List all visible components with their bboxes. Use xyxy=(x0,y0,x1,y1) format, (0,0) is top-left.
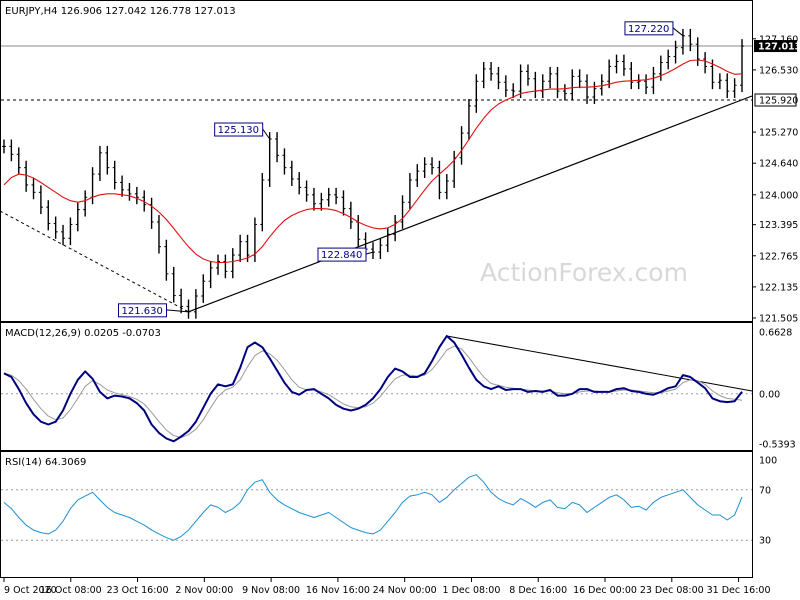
rsi-tick-label: 100 xyxy=(759,456,777,467)
time-tick-label: 23 Oct 16:00 xyxy=(107,585,169,596)
time-tick-label: 31 Dec 16:00 xyxy=(707,585,771,596)
time-tick-label: 16 Nov 16:00 xyxy=(306,585,370,596)
time-tick-label: 2 Nov 00:00 xyxy=(175,585,233,596)
annotation-leader xyxy=(672,27,684,37)
rsi-tick-label: 70 xyxy=(759,485,771,496)
price-tick-label: 123.395 xyxy=(759,220,798,231)
price-tick-label: 124.640 xyxy=(759,159,798,170)
falling-trend-line xyxy=(0,210,189,313)
rsi-line xyxy=(3,474,743,541)
annotation-label: 121.630 xyxy=(122,306,163,317)
watermark: ActionForex.com xyxy=(480,258,688,287)
annotation-leader xyxy=(365,251,374,255)
rsi-header: RSI(14) 64.3069 xyxy=(5,457,86,468)
price-tick-label: 122.765 xyxy=(759,251,798,262)
macd-line xyxy=(3,335,743,443)
time-tick-label: 16 Oct 08:00 xyxy=(40,585,102,596)
annotation-label: 125.130 xyxy=(218,125,259,136)
time-tick-label: 1 Dec 08:00 xyxy=(443,585,501,596)
reference-lines xyxy=(1,45,752,541)
price-tick-label: 125.270 xyxy=(759,128,798,139)
price-tick-label: 124.000 xyxy=(759,190,798,201)
price-tick-label: 122.135 xyxy=(759,282,798,293)
macd-trend-line xyxy=(446,335,753,392)
macd-panel-frame xyxy=(0,322,753,451)
rsi-tick-label: 30 xyxy=(759,536,771,547)
last-price-label: 127.013 xyxy=(758,42,800,53)
level-label: 125.920 xyxy=(759,96,798,107)
annotation-label: 127.220 xyxy=(628,24,669,35)
macd-tick-label: -0.5393 xyxy=(759,440,796,451)
annotation-leader xyxy=(262,128,271,140)
annotation-label: 122.840 xyxy=(321,250,362,261)
macd-tick-label: 0.6628 xyxy=(759,328,792,339)
price-tick-label: 126.530 xyxy=(759,65,798,76)
time-tick-label: 16 Dec 00:00 xyxy=(573,585,637,596)
time-tick-label: 24 Nov 00:00 xyxy=(373,585,437,596)
price-header: EURJPY,H4 126.906 127.042 126.778 127.01… xyxy=(5,6,236,17)
price-tick-label: 121.505 xyxy=(759,314,798,325)
trend-lines xyxy=(0,95,753,392)
macd-header: MACD(12,26,9) 0.0205 -0.0703 xyxy=(5,328,161,339)
rsi-panel-frame xyxy=(0,451,753,578)
time-tick-label: 23 Dec 08:00 xyxy=(640,585,704,596)
macd-tick-label: 0.00 xyxy=(759,389,780,400)
time-tick-label: 8 Dec 16:00 xyxy=(509,585,567,596)
time-tick-label: 9 Nov 08:00 xyxy=(242,585,300,596)
eurjpy-chart: ActionForex.com EURJPY,H4 126.906 127.04… xyxy=(0,0,800,596)
